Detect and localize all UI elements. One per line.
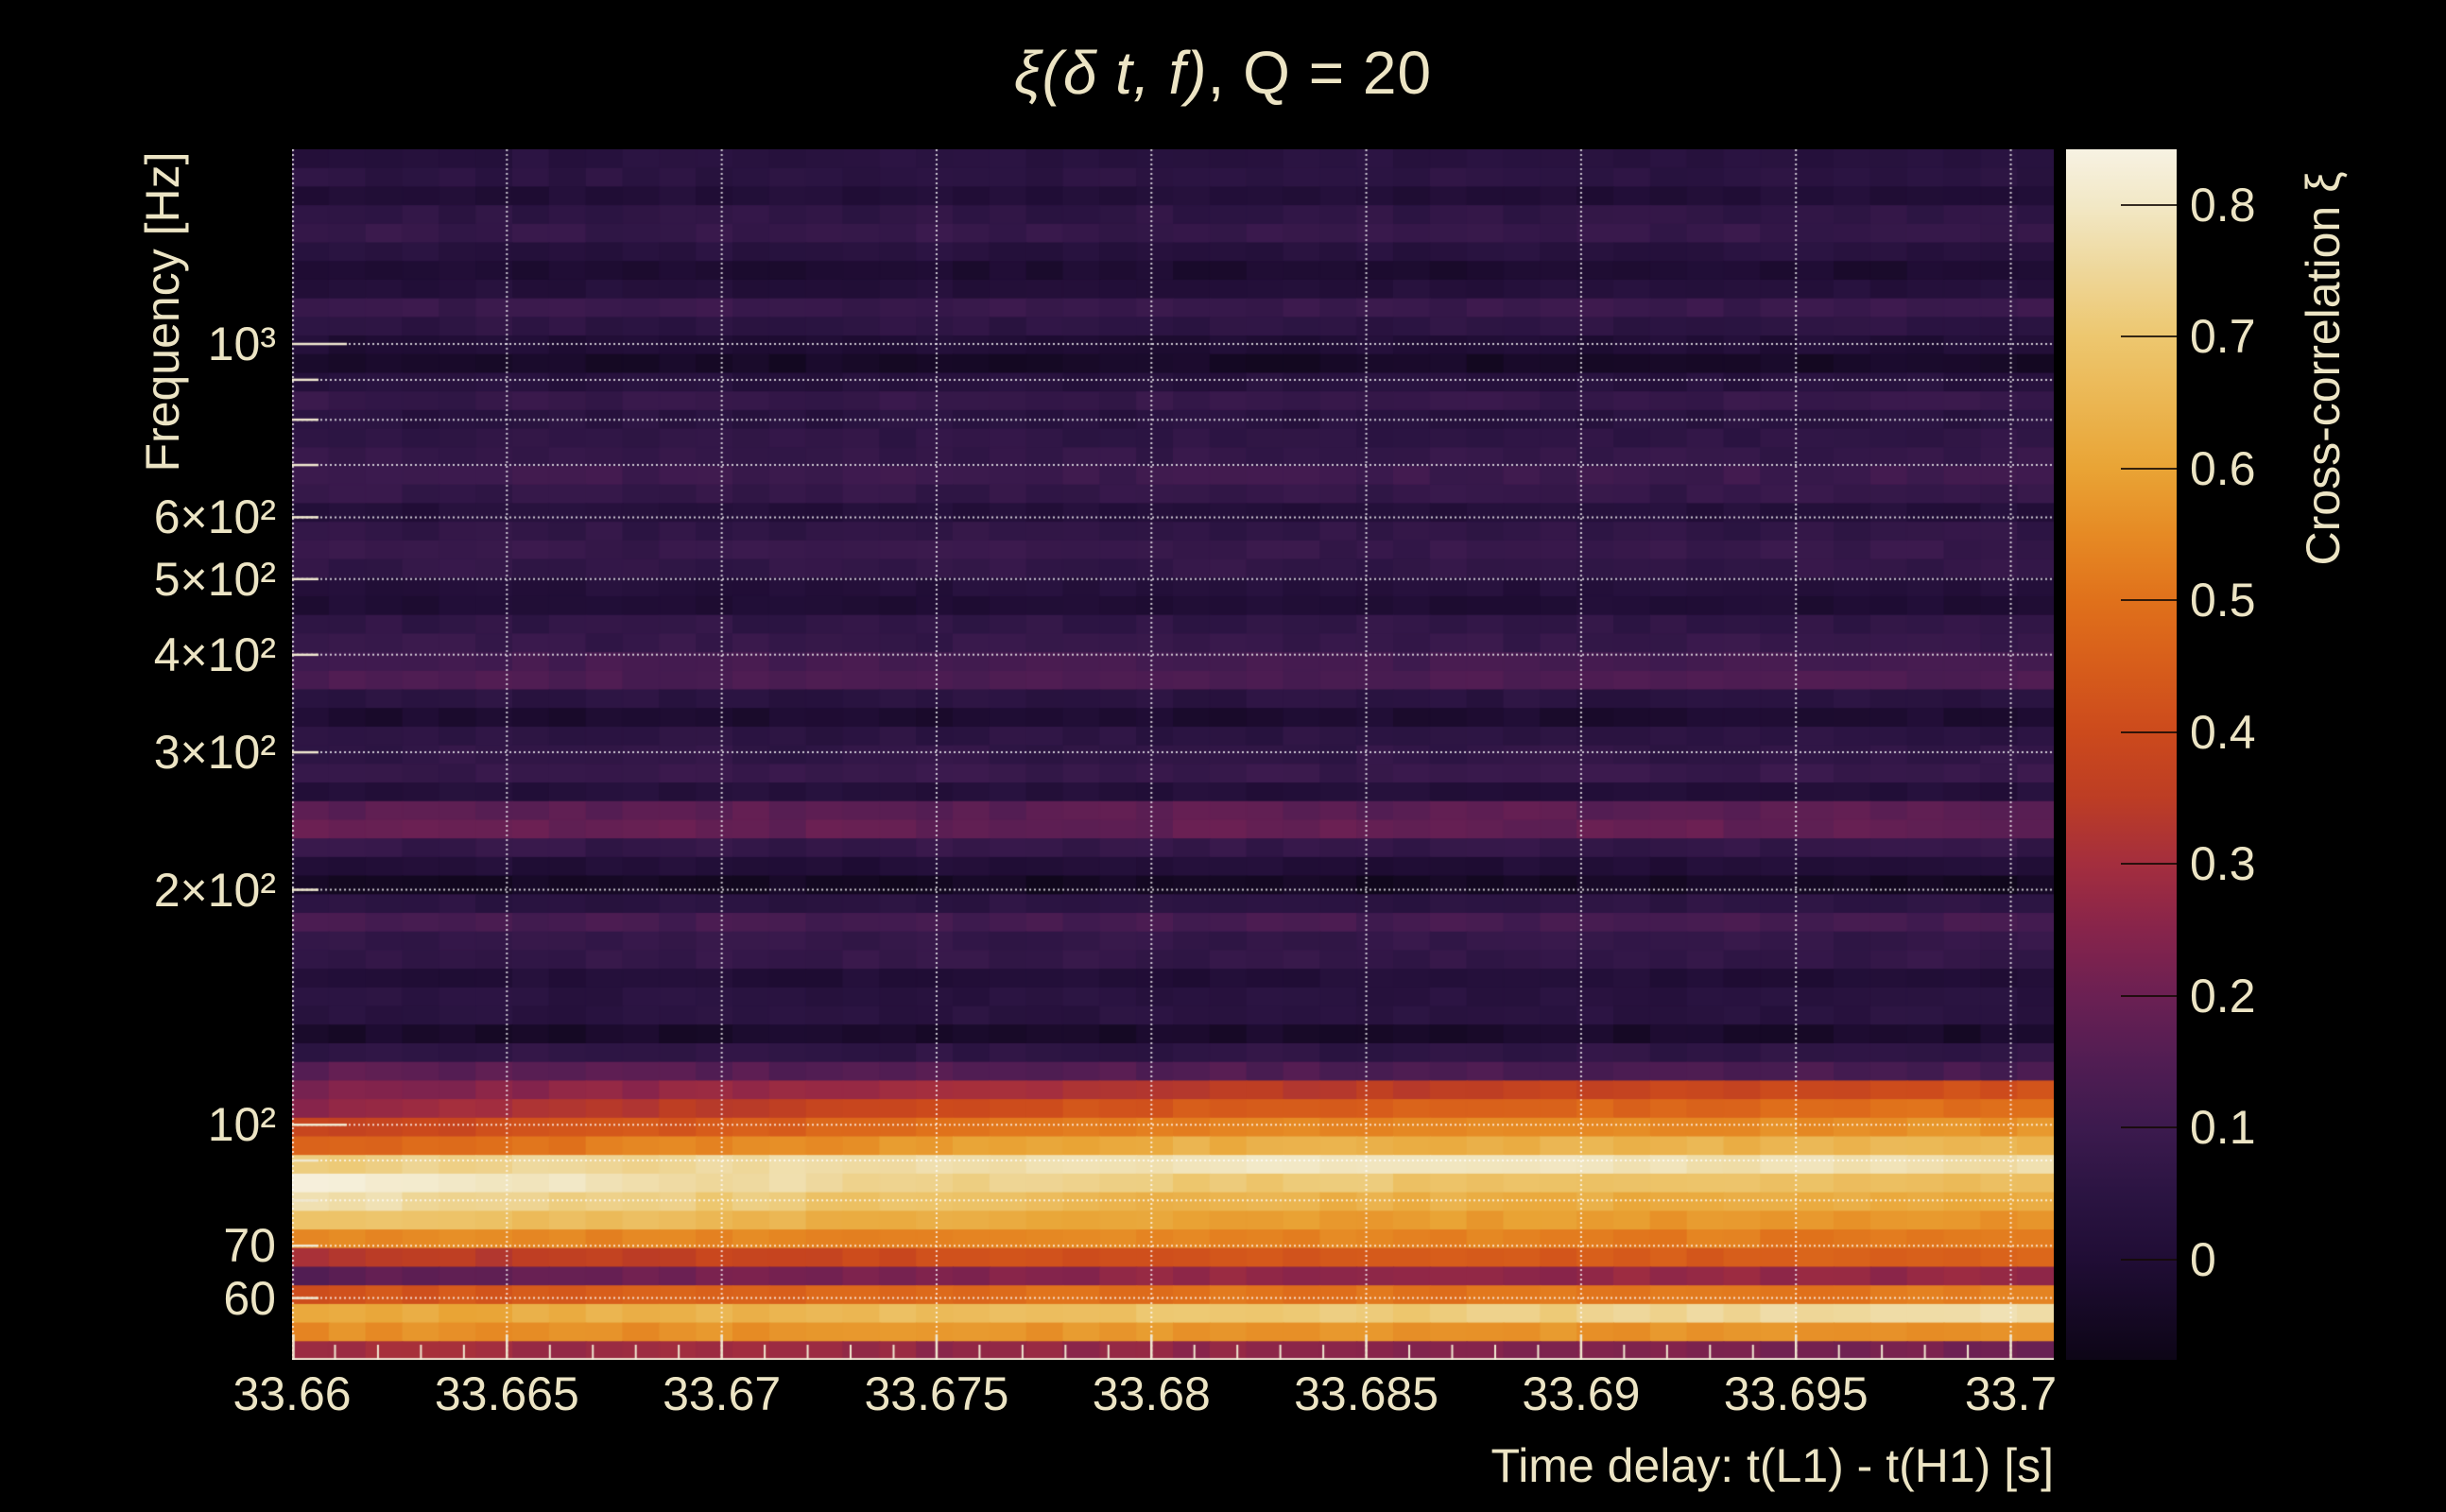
colorbar-tick-label-02: 0.2	[2190, 972, 2256, 1020]
colorbar-tick-label-00: 0	[2190, 1236, 2216, 1283]
colorbar-tick-mark	[2121, 599, 2177, 601]
colorbar-tick-mark	[2121, 1126, 2177, 1128]
x-tick-label-33700: 33.7	[1965, 1370, 2057, 1418]
colorbar-tick-mark	[2121, 863, 2177, 865]
y-tick-label-100: 10²	[208, 1101, 276, 1148]
colorbar-tick-label-04: 0.4	[2190, 709, 2256, 756]
y-tick-label-1000: 10³	[208, 320, 276, 368]
colorbar-tick-mark	[2121, 1259, 2177, 1261]
y-axis-label: Frequency [Hz]	[135, 151, 190, 472]
y-tick-label-500: 5×10²	[154, 556, 276, 603]
colorbar-label: Cross-correlation ξ	[2296, 172, 2351, 566]
y-tick-label-200: 2×10²	[154, 867, 276, 914]
x-tick-label-33690: 33.69	[1522, 1370, 1640, 1418]
colorbar-tick-mark	[2121, 335, 2177, 337]
colorbar-tick-label-06: 0.6	[2190, 445, 2256, 492]
plot-title-math: ξ(δ t, f)	[1014, 39, 1208, 107]
x-tick-label-33680: 33.68	[1093, 1370, 1211, 1418]
colorbar-tick-label-05: 0.5	[2190, 576, 2256, 624]
x-tick-label-33660: 33.66	[233, 1370, 351, 1418]
colorbar-tick-mark	[2121, 995, 2177, 997]
y-tick-label-60: 60	[223, 1275, 276, 1322]
x-tick-label-33685: 33.685	[1294, 1370, 1438, 1418]
colorbar-gradient	[2066, 149, 2177, 1360]
x-axis-label: Time delay: t(L1) - t(H1) [s]	[1491, 1438, 2054, 1493]
x-tick-label-33695: 33.695	[1724, 1370, 1869, 1418]
y-tick-label-70: 70	[223, 1222, 276, 1269]
y-tick-label-300: 3×10²	[154, 729, 276, 776]
x-tick-label-33670: 33.67	[663, 1370, 781, 1418]
plot-title-rest: , Q = 20	[1208, 39, 1432, 107]
colorbar-tick-label-08: 0.8	[2190, 181, 2256, 229]
plot-title: ξ(δ t, f), Q = 20	[0, 38, 2446, 108]
y-tick-label-600: 6×10²	[154, 493, 276, 541]
colorbar-tick-mark	[2121, 731, 2177, 733]
colorbar-tick-mark	[2121, 204, 2177, 206]
x-tick-label-33675: 33.675	[864, 1370, 1008, 1418]
x-tick-label-33665: 33.665	[435, 1370, 579, 1418]
heatmap-canvas	[292, 149, 2054, 1360]
colorbar-tick-label-03: 0.3	[2190, 840, 2256, 887]
y-tick-label-400: 4×10²	[154, 631, 276, 679]
colorbar-tick-mark	[2121, 468, 2177, 470]
page-background: { "title": "ξ(δ t, f), Q = 20", "title_m…	[0, 0, 2446, 1512]
colorbar-tick-label-07: 0.7	[2190, 313, 2256, 360]
colorbar-tick-label-01: 0.1	[2190, 1104, 2256, 1151]
